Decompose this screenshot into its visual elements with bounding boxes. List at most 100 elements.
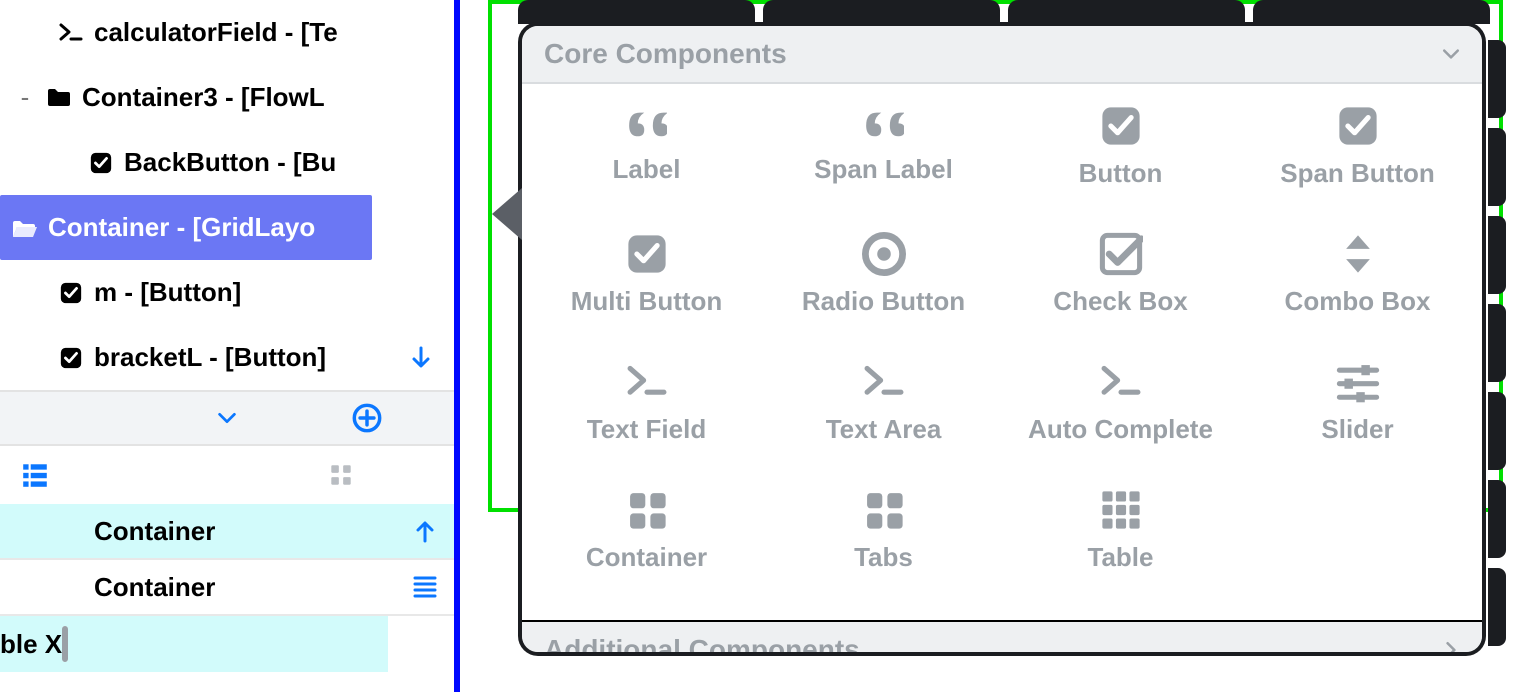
- tree-item-container3[interactable]: - Container3 - [FlowL: [0, 65, 454, 130]
- folder-open-icon: [10, 215, 40, 241]
- palette-item-tabs[interactable]: Tabs: [765, 488, 1002, 600]
- tree-item-label: BackButton - [Bu: [124, 147, 336, 178]
- device-side-button: [1488, 304, 1506, 382]
- component-palette: Core Components Label Span Label Button Spa…: [520, 24, 1484, 654]
- device-tab[interactable]: [518, 0, 755, 24]
- grid9-icon: [1099, 488, 1143, 532]
- palette-item-label: Combo Box: [1285, 286, 1431, 317]
- palette-item-slider[interactable]: Slider: [1239, 360, 1476, 472]
- list-item[interactable]: Container: [0, 504, 454, 560]
- arrow-down-icon[interactable]: [408, 345, 434, 371]
- palette-item-label: Text Area: [826, 414, 942, 445]
- palette-item-label: Span Label: [814, 154, 953, 185]
- design-canvas: Core Components Label Span Label Button Spa…: [460, 0, 1516, 692]
- expand-toggle[interactable]: [215, 406, 239, 430]
- chevron-right-icon: [1440, 639, 1462, 654]
- tree-item-m[interactable]: m - [Button]: [0, 260, 454, 325]
- grid4-icon: [625, 488, 669, 532]
- device-side-button: [1488, 392, 1506, 470]
- combo-icon: [1336, 232, 1380, 276]
- device-tab[interactable]: [763, 0, 1000, 24]
- palette-item-label: Text Field: [587, 414, 706, 445]
- section-title: Additional Components: [544, 634, 860, 654]
- palette-item-container[interactable]: Container: [528, 488, 765, 600]
- palette-item-text-field[interactable]: Text Field: [528, 360, 765, 472]
- tree-toolbar: [0, 390, 454, 446]
- palette-item-span-label[interactable]: Span Label: [765, 104, 1002, 216]
- device-side-button: [1488, 40, 1506, 118]
- prompt-icon: [1099, 360, 1143, 404]
- palette-item-span-button[interactable]: Span Button: [1239, 104, 1476, 216]
- device-tab[interactable]: [1008, 0, 1245, 24]
- palette-item-check-box[interactable]: Check Box: [1002, 232, 1239, 344]
- sliders-icon: [1336, 360, 1380, 404]
- list-item-label: Container: [0, 516, 215, 547]
- arrow-up-icon[interactable]: [412, 518, 438, 544]
- list-item[interactable]: Container: [0, 560, 454, 616]
- prompt-icon: [862, 360, 906, 404]
- tree-item-container-selected[interactable]: Container - [GridLayo: [0, 195, 372, 260]
- tree-item-bracketl[interactable]: bracketL - [Button]: [0, 325, 454, 390]
- palette-item-label: Slider: [1321, 414, 1393, 445]
- quote-icon: [627, 104, 667, 144]
- check-square-icon: [1336, 104, 1380, 148]
- folder-icon: [44, 85, 74, 111]
- component-tree-panel: calculatorField - [Te - Container3 - [Fl…: [0, 0, 460, 692]
- tree-item-label: m - [Button]: [94, 277, 241, 308]
- palette-item-auto-complete[interactable]: Auto Complete: [1002, 360, 1239, 472]
- tree-item-calculatorfield[interactable]: calculatorField - [Te: [0, 0, 454, 65]
- palette-item-label: Tabs: [854, 542, 913, 573]
- palette-item-combo-box[interactable]: Combo Box: [1239, 232, 1476, 344]
- palette-item-text-area[interactable]: Text Area: [765, 360, 1002, 472]
- prompt-icon: [625, 360, 669, 404]
- check-badge-icon: [56, 281, 86, 305]
- chevron-down-icon: [1440, 43, 1462, 65]
- palette-item-label: Container: [586, 542, 707, 573]
- check-square-icon: [1099, 104, 1143, 148]
- collapse-toggle[interactable]: -: [10, 82, 40, 113]
- component-tree: calculatorField - [Te - Container3 - [Fl…: [0, 0, 454, 390]
- palette-item-label: Span Button: [1280, 158, 1435, 189]
- core-components-grid: Label Span Label Button Span Button Multi Bu…: [522, 84, 1482, 622]
- palette-item-button[interactable]: Button: [1002, 104, 1239, 216]
- palette-item-radio-button[interactable]: Radio Button: [765, 232, 1002, 344]
- device-side-button: [1488, 480, 1506, 558]
- palette-item-label: Check Box: [1053, 286, 1187, 317]
- tree-item-label: calculatorField - [Te: [94, 17, 338, 48]
- list-item-label: Container: [0, 572, 215, 603]
- prompt-icon: [56, 20, 86, 46]
- palette-item-label[interactable]: Label: [528, 104, 765, 216]
- core-components-header[interactable]: Core Components: [522, 26, 1482, 84]
- palette-item-table[interactable]: Table: [1002, 488, 1239, 600]
- tree-item-label: Container - [GridLayo: [48, 212, 315, 243]
- palette-item-label: Multi Button: [571, 286, 723, 317]
- add-button[interactable]: [352, 403, 382, 433]
- palette-item-label: Auto Complete: [1028, 414, 1213, 445]
- additional-components-header[interactable]: Additional Components: [522, 622, 1482, 654]
- tree-item-label: bracketL - [Button]: [94, 342, 326, 373]
- quote-icon: [864, 104, 904, 144]
- palette-item-label: Button: [1079, 158, 1163, 189]
- grid-view-button[interactable]: [327, 461, 355, 489]
- tree-item-backbutton[interactable]: BackButton - [Bu: [0, 130, 454, 195]
- view-mode-toolbar: [0, 446, 454, 504]
- palette-item-multi-button[interactable]: Multi Button: [528, 232, 765, 344]
- radio-icon: [862, 232, 906, 276]
- section-title: Core Components: [544, 38, 787, 70]
- check-badge-icon: [86, 151, 116, 175]
- grid4-icon: [862, 488, 906, 532]
- list-view-button[interactable]: [18, 460, 52, 490]
- palette-item-label: Label: [613, 154, 681, 185]
- check-square-icon: [625, 232, 669, 276]
- menu-lines-icon[interactable]: [412, 573, 438, 601]
- checkbox[interactable]: [62, 629, 68, 660]
- device-side-button: [1488, 128, 1506, 206]
- siblings-list: Container Container ble X: [0, 504, 454, 672]
- check-badge-icon: [56, 346, 86, 370]
- list-item[interactable]: ble X: [0, 616, 388, 672]
- popover-arrow-icon: [492, 188, 522, 240]
- palette-item-label: Table: [1088, 542, 1154, 573]
- device-tab[interactable]: [1253, 0, 1490, 24]
- tree-item-label: Container3 - [FlowL: [82, 82, 325, 113]
- device-side-button: [1488, 216, 1506, 294]
